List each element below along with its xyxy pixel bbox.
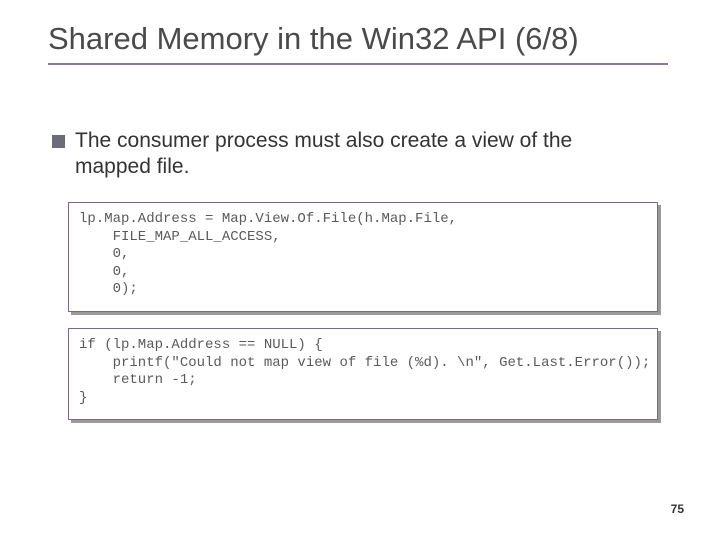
body-text: The consumer process must also create a … — [52, 128, 652, 181]
page-number: 75 — [671, 502, 684, 516]
title-underline — [48, 63, 668, 65]
code-block-2: if (lp.Map.Address == NULL) { printf("Co… — [68, 328, 658, 420]
title-block: Shared Memory in the Win32 API (6/8) — [48, 20, 668, 65]
slide: Shared Memory in the Win32 API (6/8) The… — [0, 0, 720, 540]
bullet-item: The consumer process must also create a … — [52, 128, 652, 181]
square-bullet-icon — [52, 135, 65, 148]
slide-title: Shared Memory in the Win32 API (6/8) — [48, 20, 668, 57]
code-block-1: lp.Map.Address = Map.View.Of.File(h.Map.… — [68, 202, 658, 312]
bullet-text: The consumer process must also create a … — [75, 128, 652, 181]
